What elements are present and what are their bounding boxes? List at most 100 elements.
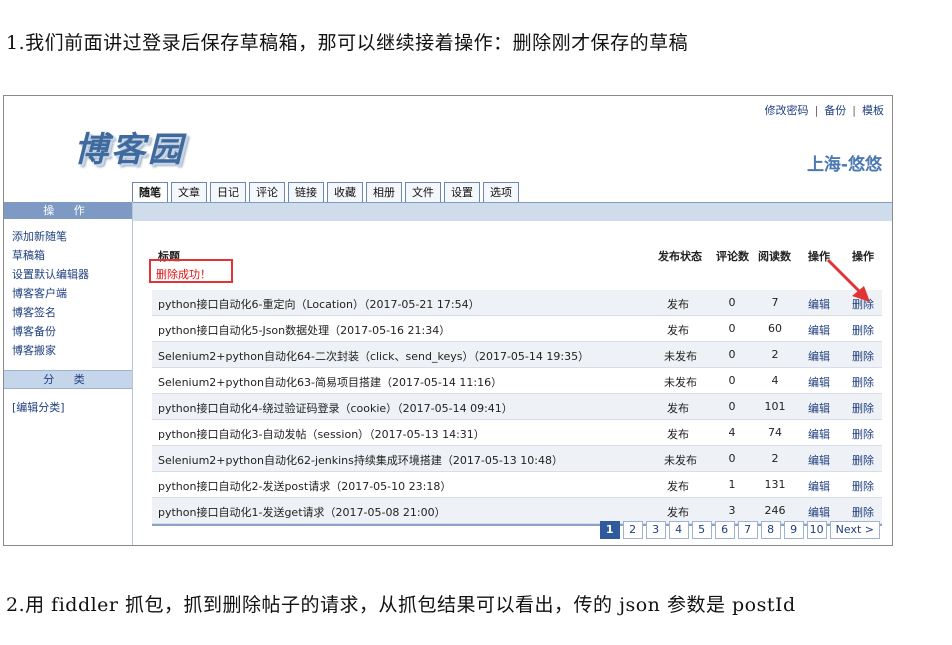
post-views: 246 — [764, 504, 786, 517]
tab-files[interactable]: 文件 — [405, 182, 441, 202]
pagination: 1 2 3 4 5 6 7 8 9 10 Next > — [599, 521, 880, 539]
sidebar-item-drafts[interactable]: 草稿箱 — [12, 246, 132, 265]
col-comments-header: 评论数 — [716, 250, 749, 263]
table-row: python接口自动化6-重定向（Location）（2017-05-21 17… — [152, 290, 882, 316]
page-1[interactable]: 1 — [599, 521, 620, 539]
delete-link[interactable]: 删除 — [852, 426, 874, 442]
change-password-link[interactable]: 修改密码 — [765, 104, 809, 117]
tab-articles[interactable]: 文章 — [171, 182, 207, 202]
post-status: 发布 — [667, 324, 689, 337]
sidebar: 操 作 添加新随笔 草稿箱 设置默认编辑器 博客客户端 博客签名 博客备份 博客… — [4, 202, 133, 545]
edit-link[interactable]: 编辑 — [808, 400, 830, 416]
page-3[interactable]: 3 — [645, 521, 666, 539]
sidebar-item-migrate[interactable]: 博客搬家 — [12, 341, 132, 360]
main-tabs: 随笔 文章 日记 评论 链接 收藏 相册 文件 设置 选项 — [132, 182, 519, 203]
post-title: python接口自动化3-自动发帖（session）（2017-05-13 14… — [158, 428, 485, 441]
tab-albums[interactable]: 相册 — [366, 182, 402, 202]
template-link[interactable]: 模板 — [862, 104, 884, 117]
delete-link[interactable]: 删除 — [852, 348, 874, 364]
post-views: 101 — [764, 400, 786, 413]
edit-category-link[interactable]: [编辑分类] — [12, 399, 132, 415]
top-links: 修改密码 | 备份 | 模板 — [765, 102, 884, 118]
post-title: python接口自动化4-绕过验证码登录（cookie）（2017-05-14 … — [158, 402, 513, 415]
table-row: python接口自动化3-自动发帖（session）（2017-05-13 14… — [152, 420, 882, 446]
delete-link[interactable]: 删除 — [852, 400, 874, 416]
sidebar-category-heading: 分 类 — [4, 370, 132, 389]
post-views: 2 — [771, 452, 779, 465]
post-views: 74 — [768, 426, 782, 439]
sidebar-item-client[interactable]: 博客客户端 — [12, 284, 132, 303]
sidebar-item-new-post[interactable]: 添加新随笔 — [12, 227, 132, 246]
post-comments: 4 — [728, 426, 736, 439]
table-row: python接口自动化4-绕过验证码登录（cookie）（2017-05-14 … — [152, 394, 882, 420]
tab-favorites[interactable]: 收藏 — [327, 182, 363, 202]
post-comments: 0 — [728, 348, 736, 361]
tab-settings[interactable]: 设置 — [444, 182, 480, 202]
post-status: 发布 — [667, 506, 689, 519]
edit-link[interactable]: 编辑 — [808, 348, 830, 364]
header-spacer — [152, 264, 882, 290]
next-page-button[interactable]: Next > — [829, 521, 880, 539]
tab-diary[interactable]: 日记 — [210, 182, 246, 202]
delete-link[interactable]: 删除 — [852, 374, 874, 390]
post-comments: 0 — [728, 374, 736, 387]
post-comments: 0 — [728, 322, 736, 335]
tab-content-bar — [132, 202, 892, 221]
sidebar-item-backup[interactable]: 博客备份 — [12, 322, 132, 341]
post-comments: 3 — [728, 504, 736, 517]
sidebar-item-default-editor[interactable]: 设置默认编辑器 — [12, 265, 132, 284]
post-views: 60 — [768, 322, 782, 335]
blog-username: 上海-悠悠 — [806, 155, 882, 175]
post-status: 未发布 — [664, 350, 697, 363]
tab-options[interactable]: 选项 — [483, 182, 519, 202]
post-views: 4 — [771, 374, 779, 387]
caption-step-1: 1.我们前面讲过登录后保存草稿箱，那可以继续接着操作：删除刚才保存的草稿 — [6, 32, 689, 54]
sidebar-item-signature[interactable]: 博客签名 — [12, 303, 132, 322]
post-title: Selenium2+python自动化63-简易项目搭建（2017-05-14 … — [158, 376, 503, 389]
page-9[interactable]: 9 — [783, 521, 804, 539]
table-row: Selenium2+python自动化63-简易项目搭建（2017-05-14 … — [152, 368, 882, 394]
post-views: 131 — [764, 478, 786, 491]
post-comments: 0 — [728, 400, 736, 413]
edit-link[interactable]: 编辑 — [808, 478, 830, 494]
post-status: 发布 — [667, 298, 689, 311]
separator: | — [814, 104, 819, 117]
caption-step-2: 2.用 fiddler 抓包，抓到删除帖子的请求，从抓包结果可以看出，传的 js… — [6, 594, 796, 616]
backup-link[interactable]: 备份 — [824, 104, 846, 117]
site-logo[interactable]: 博客园 — [74, 122, 185, 171]
page-8[interactable]: 8 — [760, 521, 781, 539]
delete-link[interactable]: 删除 — [852, 452, 874, 468]
page-6[interactable]: 6 — [714, 521, 735, 539]
tab-comments[interactable]: 评论 — [249, 182, 285, 202]
post-comments: 1 — [728, 478, 736, 491]
post-title: python接口自动化6-重定向（Location）（2017-05-21 17… — [158, 298, 480, 311]
sidebar-ops-heading: 操 作 — [4, 202, 132, 219]
delete-link[interactable]: 删除 — [852, 504, 874, 520]
page-5[interactable]: 5 — [691, 521, 712, 539]
post-table: 标题 发布状态 评论数 阅读数 操作 操作 python接口自动化6-重定向（L… — [152, 246, 882, 526]
table-row: Selenium2+python自动化62-jenkins持续集成环境搭建（20… — [152, 446, 882, 472]
edit-link[interactable]: 编辑 — [808, 426, 830, 442]
col-views-header: 阅读数 — [758, 250, 791, 263]
delete-link[interactable]: 删除 — [852, 478, 874, 494]
edit-link[interactable]: 编辑 — [808, 374, 830, 390]
edit-link[interactable]: 编辑 — [808, 322, 830, 338]
page-7[interactable]: 7 — [737, 521, 758, 539]
page-2[interactable]: 2 — [622, 521, 643, 539]
post-status: 未发布 — [664, 376, 697, 389]
edit-link[interactable]: 编辑 — [808, 452, 830, 468]
red-arrow-annotation — [826, 258, 870, 302]
post-title: python接口自动化1-发送get请求（2017-05-08 21:00） — [158, 506, 446, 519]
cnblogs-admin-screenshot: 博客园 修改密码 | 备份 | 模板 上海-悠悠 随笔 文章 日记 评论 链接 收藏 相… — [3, 95, 893, 546]
page-10[interactable]: 10 — [806, 521, 827, 539]
edit-link[interactable]: 编辑 — [808, 504, 830, 520]
delete-link[interactable]: 删除 — [852, 322, 874, 338]
post-title: python接口自动化2-发送post请求（2017-05-10 23:18） — [158, 480, 452, 493]
tab-links[interactable]: 链接 — [288, 182, 324, 202]
page-4[interactable]: 4 — [668, 521, 689, 539]
tab-posts[interactable]: 随笔 — [132, 182, 168, 203]
table-row: python接口自动化2-发送post请求（2017-05-10 23:18） … — [152, 472, 882, 498]
post-views: 7 — [771, 296, 779, 309]
post-status: 发布 — [667, 402, 689, 415]
post-title: Selenium2+python自动化62-jenkins持续集成环境搭建（20… — [158, 454, 563, 467]
